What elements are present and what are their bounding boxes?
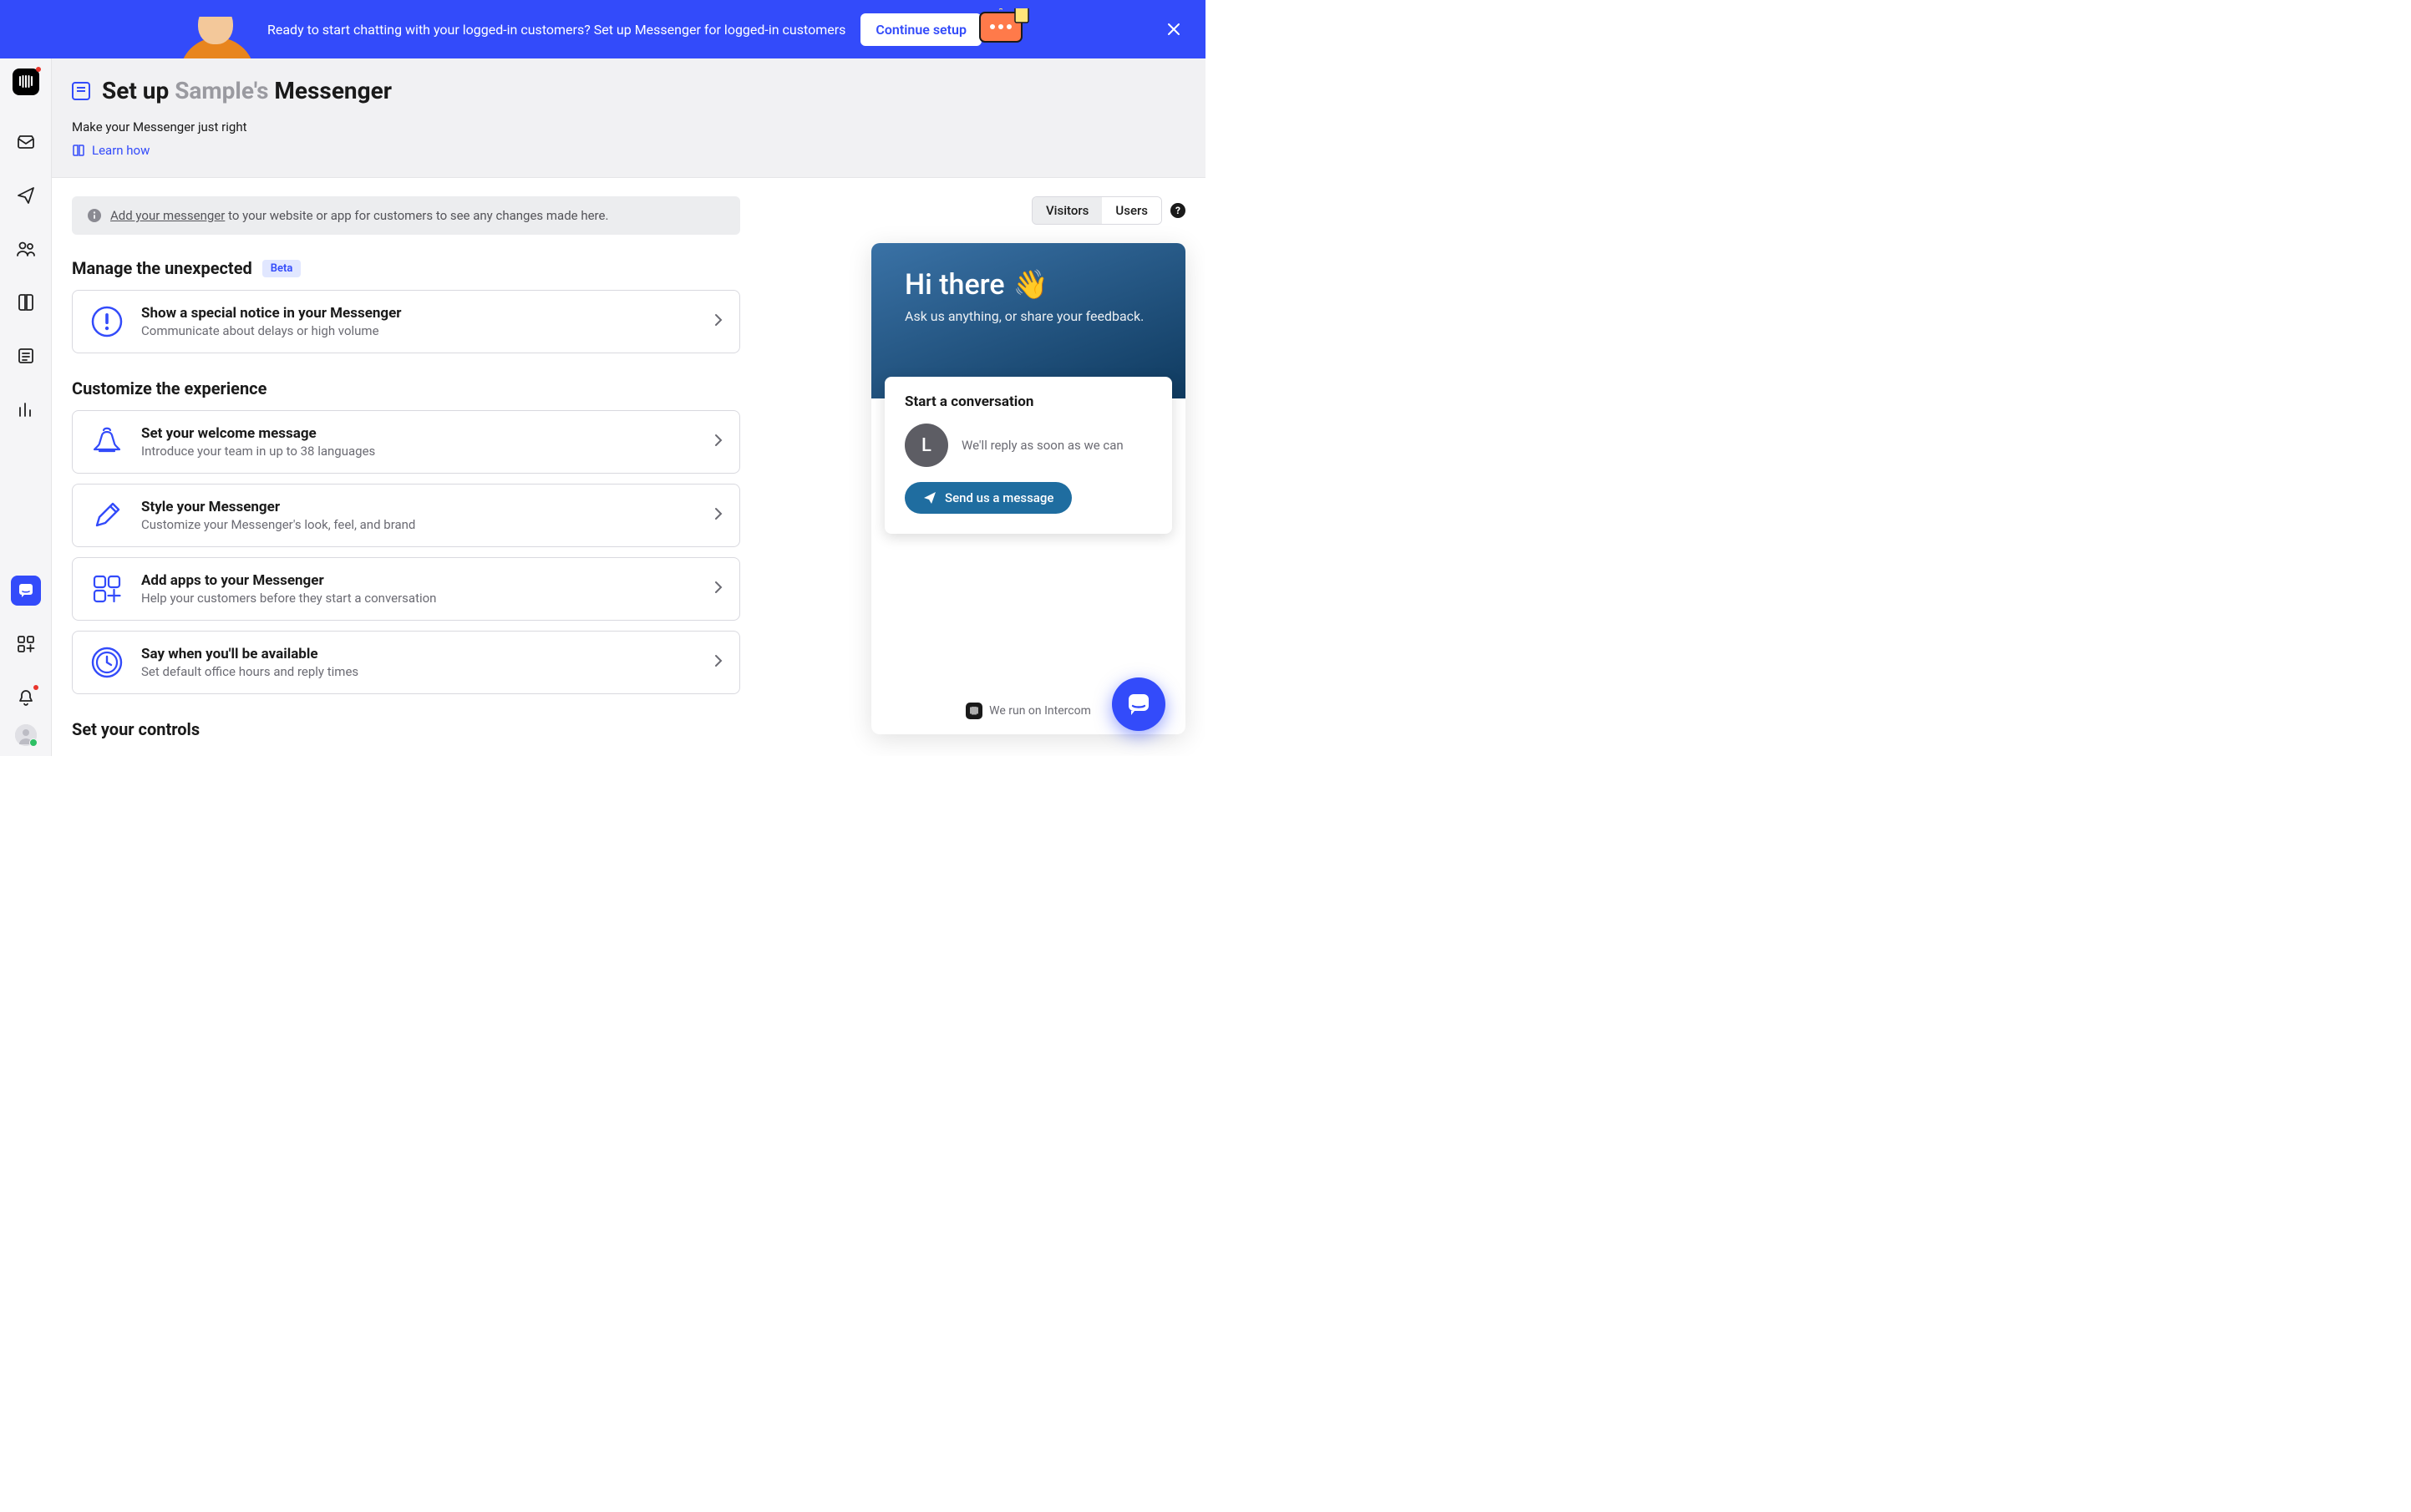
preview-subtitle: Ask us anything, or share your feedback. bbox=[905, 308, 1152, 324]
banner-text: Ready to start chatting with your logged… bbox=[267, 22, 845, 38]
sidebar-item-app-store[interactable] bbox=[11, 629, 41, 659]
user-avatar[interactable] bbox=[15, 724, 37, 746]
section-heading-controls: Set your controls bbox=[72, 719, 740, 739]
page-title: Set up Sample's Messenger bbox=[72, 77, 1185, 104]
clock-icon bbox=[89, 645, 124, 680]
card-title: Style your Messenger bbox=[141, 499, 698, 515]
notification-dot-icon bbox=[33, 685, 38, 690]
learn-how-link[interactable]: Learn how bbox=[72, 143, 150, 158]
preview-toggle-row: Visitors Users ? bbox=[1032, 196, 1185, 225]
page-header: Set up Sample's Messenger Make your Mess… bbox=[52, 58, 1206, 178]
banner-avatar-illustration bbox=[180, 17, 255, 58]
sidebar-item-contacts[interactable] bbox=[11, 234, 41, 264]
page-subtitle: Make your Messenger just right bbox=[72, 119, 1185, 134]
sidebar-item-operator[interactable] bbox=[11, 341, 41, 371]
preview-reply-text: We'll reply as soon as we can bbox=[962, 437, 1124, 454]
messenger-setup-icon bbox=[72, 82, 90, 100]
messenger-launcher-fab[interactable] bbox=[1112, 677, 1165, 731]
send-icon bbox=[923, 491, 936, 505]
sidebar-item-reports[interactable] bbox=[11, 394, 41, 424]
main-content: Set up Sample's Messenger Make your Mess… bbox=[52, 58, 1206, 756]
messenger-icon bbox=[1126, 692, 1151, 717]
section-heading-customize: Customize the experience bbox=[72, 378, 740, 398]
preview-card-title: Start a conversation bbox=[905, 393, 1152, 410]
preview-greeting: Hi there👋 bbox=[905, 268, 1152, 302]
beta-badge: Beta bbox=[262, 260, 302, 277]
card-desc: Customize your Messenger's look, feel, a… bbox=[141, 517, 698, 532]
chevron-right-icon bbox=[714, 654, 723, 671]
alert-circle-icon bbox=[89, 304, 124, 339]
pencil-icon bbox=[89, 498, 124, 533]
card-desc: Communicate about delays or high volume bbox=[141, 323, 698, 338]
card-style-messenger[interactable]: Style your Messenger Customize your Mess… bbox=[72, 484, 740, 547]
banner-illustration bbox=[972, 8, 1034, 50]
card-desc: Help your customers before they start a … bbox=[141, 591, 698, 606]
card-special-notice[interactable]: Show a special notice in your Messenger … bbox=[72, 290, 740, 353]
help-icon[interactable]: ? bbox=[1170, 203, 1185, 218]
chevron-right-icon bbox=[714, 313, 723, 330]
toggle-users[interactable]: Users bbox=[1102, 197, 1161, 224]
card-title: Set your welcome message bbox=[141, 425, 698, 442]
info-icon bbox=[87, 208, 102, 223]
chevron-right-icon bbox=[714, 581, 723, 597]
card-desc: Set default office hours and reply times bbox=[141, 664, 698, 679]
book-icon bbox=[72, 144, 85, 157]
top-banner: Ready to start chatting with your logged… bbox=[0, 0, 1206, 58]
card-office-hours[interactable]: Say when you'll be available Set default… bbox=[72, 631, 740, 694]
preview-avatar: L bbox=[905, 424, 948, 467]
section-heading-manage: Manage the unexpected Beta bbox=[72, 258, 740, 278]
continue-setup-button[interactable]: Continue setup bbox=[860, 13, 982, 46]
card-title: Add apps to your Messenger bbox=[141, 572, 698, 589]
card-title: Show a special notice in your Messenger bbox=[141, 305, 698, 322]
close-icon[interactable] bbox=[1163, 18, 1185, 40]
send-message-button[interactable]: Send us a message bbox=[905, 482, 1072, 514]
intercom-logo-icon[interactable] bbox=[13, 68, 39, 95]
bell-icon bbox=[89, 424, 124, 459]
sidebar-item-notifications[interactable] bbox=[11, 682, 41, 713]
toggle-visitors[interactable]: Visitors bbox=[1033, 197, 1102, 224]
intercom-mark-icon bbox=[966, 703, 982, 719]
info-bar-text: to your website or app for customers to … bbox=[225, 208, 608, 223]
card-welcome-message[interactable]: Set your welcome message Introduce your … bbox=[72, 410, 740, 474]
chevron-right-icon bbox=[714, 507, 723, 524]
visitors-users-toggle: Visitors Users bbox=[1032, 196, 1162, 225]
info-bar: Add your messenger to your website or ap… bbox=[72, 196, 740, 235]
card-desc: Introduce your team in up to 38 language… bbox=[141, 444, 698, 459]
wave-icon: 👋 bbox=[1013, 268, 1048, 302]
apps-grid-icon bbox=[89, 571, 124, 606]
add-messenger-link[interactable]: Add your messenger bbox=[110, 208, 225, 223]
card-add-apps[interactable]: Add apps to your Messenger Help your cus… bbox=[72, 557, 740, 621]
sidebar-item-messenger[interactable] bbox=[11, 576, 41, 606]
card-title: Say when you'll be available bbox=[141, 646, 698, 662]
sidebar-item-inbox[interactable] bbox=[11, 127, 41, 157]
chevron-right-icon bbox=[714, 434, 723, 450]
preview-header: Hi there👋 Ask us anything, or share your… bbox=[871, 243, 1185, 398]
messenger-preview: Hi there👋 Ask us anything, or share your… bbox=[871, 243, 1185, 734]
sidebar-item-outbound[interactable] bbox=[11, 180, 41, 211]
sidebar-item-articles[interactable] bbox=[11, 287, 41, 317]
sidebar bbox=[0, 58, 52, 756]
preview-conversation-card: Start a conversation L We'll reply as so… bbox=[885, 377, 1172, 534]
